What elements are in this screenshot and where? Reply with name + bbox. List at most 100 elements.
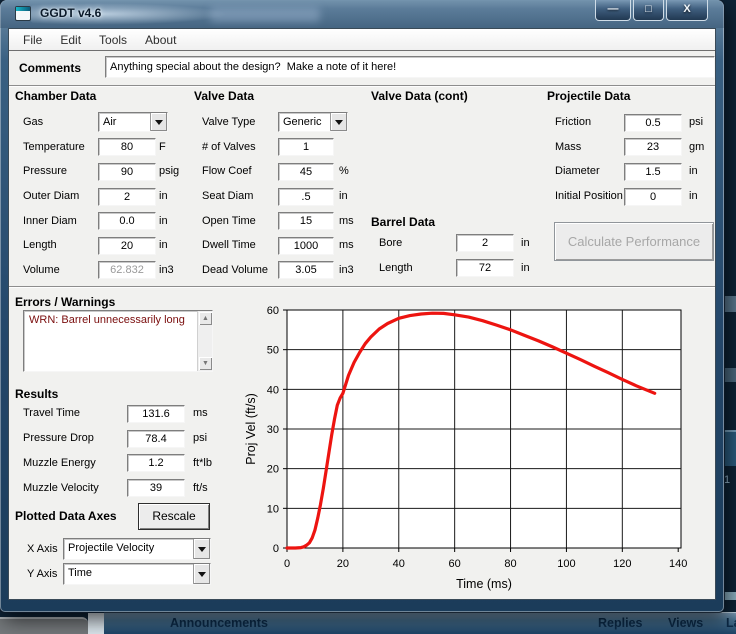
minimize-button[interactable]: — <box>595 0 631 21</box>
maximize-button[interactable]: □ <box>633 0 664 21</box>
inner-diam-input[interactable] <box>98 212 156 230</box>
svg-text:50: 50 <box>267 345 279 357</box>
field-row: Seat Diamin <box>194 184 394 209</box>
section-title-valve-data: Valve Data <box>194 89 254 103</box>
errors-scrollbar[interactable]: ▲ ▼ <box>197 311 212 371</box>
blurred-text <box>210 7 320 22</box>
mass-input[interactable] <box>624 138 682 156</box>
calculate-performance-button[interactable]: Calculate Performance <box>554 222 714 261</box>
of-valves-label: # of Valves <box>194 141 278 153</box>
section-title-chamber-data: Chamber Data <box>15 89 96 103</box>
window-title: GGDT v4.6 <box>40 6 101 20</box>
comments-input[interactable] <box>105 56 715 78</box>
open-time-input[interactable] <box>278 212 334 230</box>
svg-text:20: 20 <box>267 464 279 476</box>
close-button[interactable]: X <box>666 0 708 21</box>
menu-item-edit[interactable]: Edit <box>51 31 90 49</box>
volume-unit: in3 <box>159 264 174 276</box>
x-axis-value: Projectile Velocity <box>64 539 193 559</box>
gas-value: Air <box>99 113 150 131</box>
scrollbar-down-icon[interactable]: ▼ <box>199 357 212 370</box>
length-input[interactable] <box>456 259 514 277</box>
diameter-unit: in <box>689 165 698 177</box>
svg-text:60: 60 <box>267 305 279 317</box>
field-row: Lengthin <box>371 255 561 280</box>
outer-diam-input[interactable] <box>98 188 156 206</box>
field-row: Travel Timems <box>15 401 225 426</box>
svg-text:0: 0 <box>273 543 279 555</box>
scrollbar-up-icon[interactable]: ▲ <box>199 312 212 325</box>
open-time-unit: ms <box>339 215 354 227</box>
of-valves-input[interactable] <box>278 138 334 156</box>
svg-text:10: 10 <box>267 503 279 515</box>
muzzle-velocity-input[interactable] <box>127 479 185 497</box>
length-input[interactable] <box>98 237 156 255</box>
field-row: Outer Diamin <box>15 184 205 209</box>
svg-text:0: 0 <box>284 558 290 570</box>
temperature-label: Temperature <box>15 141 98 153</box>
pressure-unit: psig <box>159 165 179 177</box>
dropdown-arrow-icon <box>193 564 210 584</box>
warning-message: WRN: Barrel unnecessarily long <box>24 311 212 329</box>
temperature-input[interactable] <box>98 138 156 156</box>
forum-header-views: Views <box>668 616 703 630</box>
svg-text:40: 40 <box>267 384 279 396</box>
background-strip <box>88 613 104 634</box>
diameter-label: Diameter <box>547 165 624 177</box>
field-row: Dwell Timems <box>194 233 394 258</box>
travel-time-input[interactable] <box>127 405 185 423</box>
muzzle-energy-input[interactable] <box>127 454 185 472</box>
dwell-time-unit: ms <box>339 239 354 251</box>
dropdown-arrow-icon <box>193 539 210 559</box>
field-row: Borein <box>371 230 561 255</box>
initial-position-input[interactable] <box>624 188 682 206</box>
field-row: Pressure Droppsi <box>15 426 225 451</box>
initial-position-label: Initial Position <box>547 190 624 202</box>
flow-coef-label: Flow Coef <box>194 165 278 177</box>
errors-list[interactable]: WRN: Barrel unnecessarily long ▲ ▼ <box>23 310 213 372</box>
y-axis-combobox[interactable]: Time <box>63 563 211 585</box>
field-row: Frictionpsi <box>547 110 716 135</box>
pressure-input[interactable] <box>98 163 156 181</box>
section-title-projectile-data: Projectile Data <box>547 89 630 103</box>
pressure-drop-input[interactable] <box>127 430 185 448</box>
friction-input[interactable] <box>624 114 682 132</box>
valve-type-combobox[interactable]: Generic <box>278 112 348 132</box>
menu-item-file[interactable]: File <box>14 31 51 49</box>
dead-volume-label: Dead Volume <box>194 264 278 276</box>
svg-text:100: 100 <box>557 558 575 570</box>
comments-label: Comments <box>19 61 81 75</box>
bore-unit: in <box>521 237 530 249</box>
menu-item-tools[interactable]: Tools <box>90 31 136 49</box>
field-row: Muzzle Energyft*lb <box>15 451 225 476</box>
diameter-input[interactable] <box>624 163 682 181</box>
x-axis-combobox[interactable]: Projectile Velocity <box>63 538 211 560</box>
dead-volume-input[interactable] <box>278 261 334 279</box>
dwell-time-input[interactable] <box>278 237 334 255</box>
seat-diam-label: Seat Diam <box>194 190 278 202</box>
field-row: Volume in3 <box>15 258 205 283</box>
caption-buttons: — □ X <box>595 0 708 21</box>
field-row: Muzzle Velocityft/s <box>15 475 225 500</box>
field-row: Pressurepsig <box>15 159 205 184</box>
length-unit: in <box>159 239 168 251</box>
bore-input[interactable] <box>456 234 514 252</box>
menu-item-about[interactable]: About <box>136 31 185 49</box>
outer-diam-label: Outer Diam <box>15 190 98 202</box>
seat-diam-input[interactable] <box>278 188 334 206</box>
svg-text:20: 20 <box>337 558 349 570</box>
forum-header-last: La <box>726 616 736 630</box>
flow-coef-input[interactable] <box>278 163 334 181</box>
friction-label: Friction <box>547 116 624 128</box>
rescale-button[interactable]: Rescale <box>138 503 210 530</box>
muzzle-velocity-unit: ft/s <box>193 482 208 494</box>
pressure-drop-unit: psi <box>193 432 207 444</box>
svg-text:Proj Vel (ft/s): Proj Vel (ft/s) <box>244 393 258 465</box>
window-titlebar[interactable]: GGDT v4.6 — □ X <box>0 0 724 28</box>
velocity-chart: 0204060801001201400102030405060Time (ms)… <box>241 297 711 597</box>
muzzle-energy-unit: ft*lb <box>193 457 212 469</box>
app-icon <box>15 6 31 21</box>
field-row: Flow Coef% <box>194 159 394 184</box>
gas-combobox[interactable]: Air <box>98 112 168 132</box>
volume-label: Volume <box>15 264 98 276</box>
